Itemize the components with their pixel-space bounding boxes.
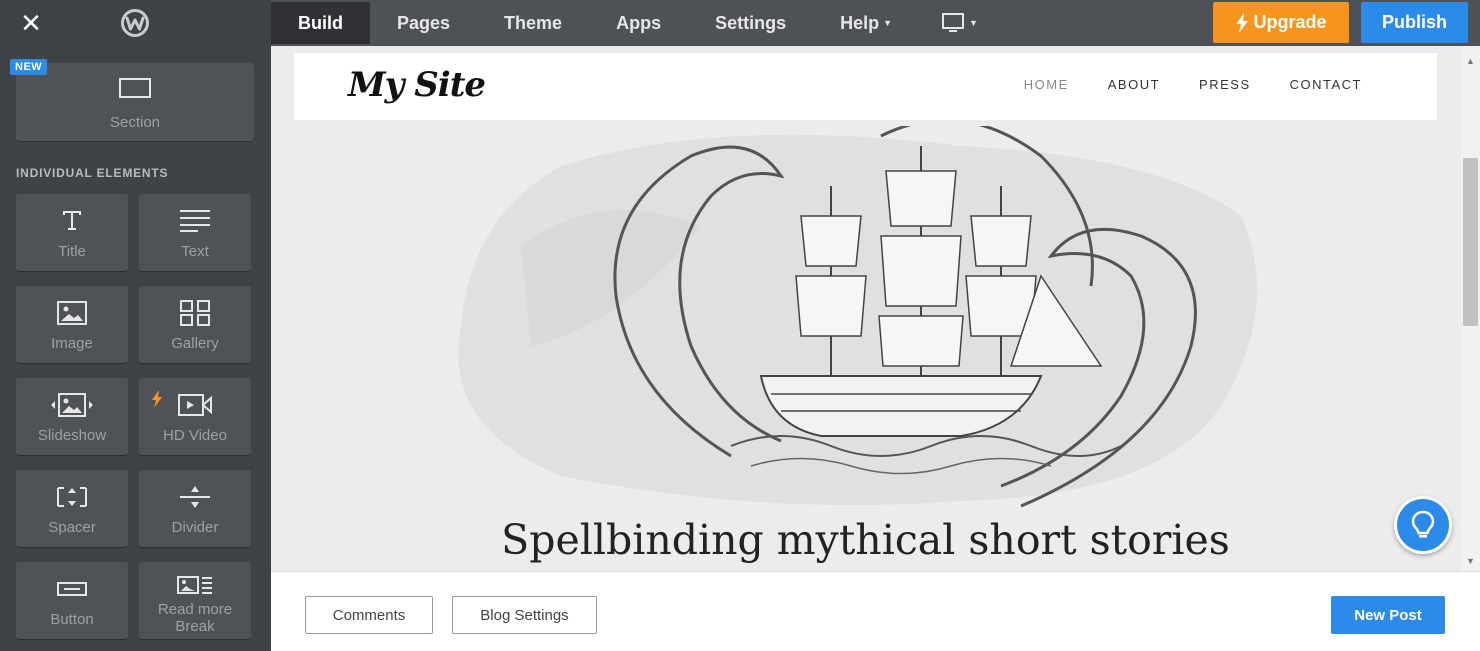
site-nav: HOME ABOUT PRESS CONTACT: [1024, 77, 1362, 92]
chevron-down-icon: ▼: [883, 18, 893, 28]
element-image[interactable]: Image: [16, 286, 128, 363]
scroll-down-arrow-icon[interactable]: ▼: [1466, 556, 1475, 566]
site-nav-contact[interactable]: CONTACT: [1290, 77, 1362, 92]
new-post-button[interactable]: New Post: [1331, 596, 1445, 634]
element-slideshow[interactable]: Slideshow: [16, 378, 128, 455]
section-icon: [16, 78, 254, 98]
tab-build[interactable]: Build: [271, 2, 370, 44]
title-icon: [16, 208, 128, 232]
tab-settings[interactable]: Settings: [688, 2, 813, 44]
text-icon: [139, 208, 251, 232]
close-icon[interactable]: ✕: [18, 10, 44, 36]
element-read-more-label-1: Read more: [157, 601, 233, 618]
image-icon: [16, 300, 128, 326]
element-read-more[interactable]: Read more Break: [139, 562, 251, 639]
tab-pages-label: Pages: [397, 12, 451, 33]
elements-sidebar: Section NEW INDIVIDUAL ELEMENTS Title Te…: [0, 46, 271, 651]
upgrade-button[interactable]: Upgrade: [1213, 2, 1349, 43]
divider-icon: [139, 484, 251, 510]
upgrade-label: Upgrade: [1253, 12, 1327, 32]
video-icon: [139, 392, 251, 418]
element-spacer[interactable]: Spacer: [16, 470, 128, 547]
section-tile-label: Section: [109, 114, 161, 131]
main-nav: Build Pages Theme Apps Settings Help ▼ ▼: [271, 0, 1000, 46]
weebly-logo-icon: [121, 9, 149, 37]
chevron-down-icon: ▼: [969, 18, 978, 28]
element-text-label: Text: [181, 243, 209, 260]
gallery-icon: [139, 300, 251, 326]
element-hd-video[interactable]: HD Video: [139, 378, 251, 455]
lightbulb-icon: [1411, 510, 1435, 538]
scroll-up-arrow-icon[interactable]: ▲: [1466, 56, 1475, 66]
button-icon: [16, 576, 128, 602]
site-nav-home[interactable]: HOME: [1024, 77, 1069, 92]
site-canvas: My Site HOME ABOUT PRESS CONTACT Spellbi…: [271, 46, 1480, 571]
desktop-monitor-icon: [942, 13, 965, 32]
individual-elements-heading: INDIVIDUAL ELEMENTS: [16, 166, 169, 180]
element-read-more-label-2: Break: [175, 618, 215, 635]
publish-button[interactable]: Publish: [1361, 2, 1468, 43]
element-divider-label: Divider: [171, 519, 219, 536]
slideshow-icon: [16, 392, 128, 418]
new-badge: NEW: [10, 59, 48, 75]
tab-apps[interactable]: Apps: [589, 2, 688, 44]
element-title[interactable]: Title: [16, 194, 128, 271]
site-nav-about[interactable]: ABOUT: [1108, 77, 1160, 92]
element-title-label: Title: [58, 243, 86, 260]
scrollbar-thumb[interactable]: [1463, 158, 1478, 326]
blog-settings-button[interactable]: Blog Settings: [452, 596, 597, 634]
tab-apps-label: Apps: [616, 12, 662, 33]
element-divider[interactable]: Divider: [139, 470, 251, 547]
tab-settings-label: Settings: [715, 12, 787, 33]
lightning-bolt-icon: [1236, 12, 1249, 33]
section-tile[interactable]: Section: [16, 63, 254, 141]
kraken-ship-illustration: [458, 126, 1258, 508]
element-slideshow-label: Slideshow: [37, 427, 107, 444]
site-nav-press[interactable]: PRESS: [1199, 77, 1251, 92]
comments-button[interactable]: Comments: [305, 596, 433, 634]
help-lightbulb-button[interactable]: [1394, 496, 1452, 554]
top-bar-left: ✕: [0, 0, 271, 46]
element-gallery[interactable]: Gallery: [139, 286, 251, 363]
tab-help-label: Help: [840, 12, 880, 33]
tab-theme-label: Theme: [504, 12, 563, 33]
element-gallery-label: Gallery: [171, 335, 219, 352]
device-preview-toggle[interactable]: ▼: [919, 2, 1000, 44]
element-button-label: Button: [50, 611, 94, 628]
tab-theme[interactable]: Theme: [477, 2, 589, 44]
tab-build-label: Build: [298, 12, 343, 33]
spacer-icon: [16, 484, 128, 510]
element-image-label: Image: [51, 335, 93, 352]
element-button[interactable]: Button: [16, 562, 128, 639]
read-more-icon: [139, 574, 251, 598]
bottom-bar: Comments Blog Settings New Post: [271, 571, 1480, 651]
site-logo[interactable]: My Site: [348, 65, 486, 105]
site-header: My Site HOME ABOUT PRESS CONTACT: [294, 53, 1437, 120]
element-spacer-label: Spacer: [48, 519, 96, 536]
tab-help[interactable]: Help ▼: [813, 2, 919, 44]
hero-title[interactable]: Spellbinding mythical short stories: [294, 516, 1437, 564]
top-bar: ✕ Build Pages Theme Apps Settings Help ▼ …: [0, 0, 1480, 46]
element-text[interactable]: Text: [139, 194, 251, 271]
element-hd-video-label: HD Video: [163, 427, 227, 444]
tab-pages[interactable]: Pages: [370, 2, 477, 44]
